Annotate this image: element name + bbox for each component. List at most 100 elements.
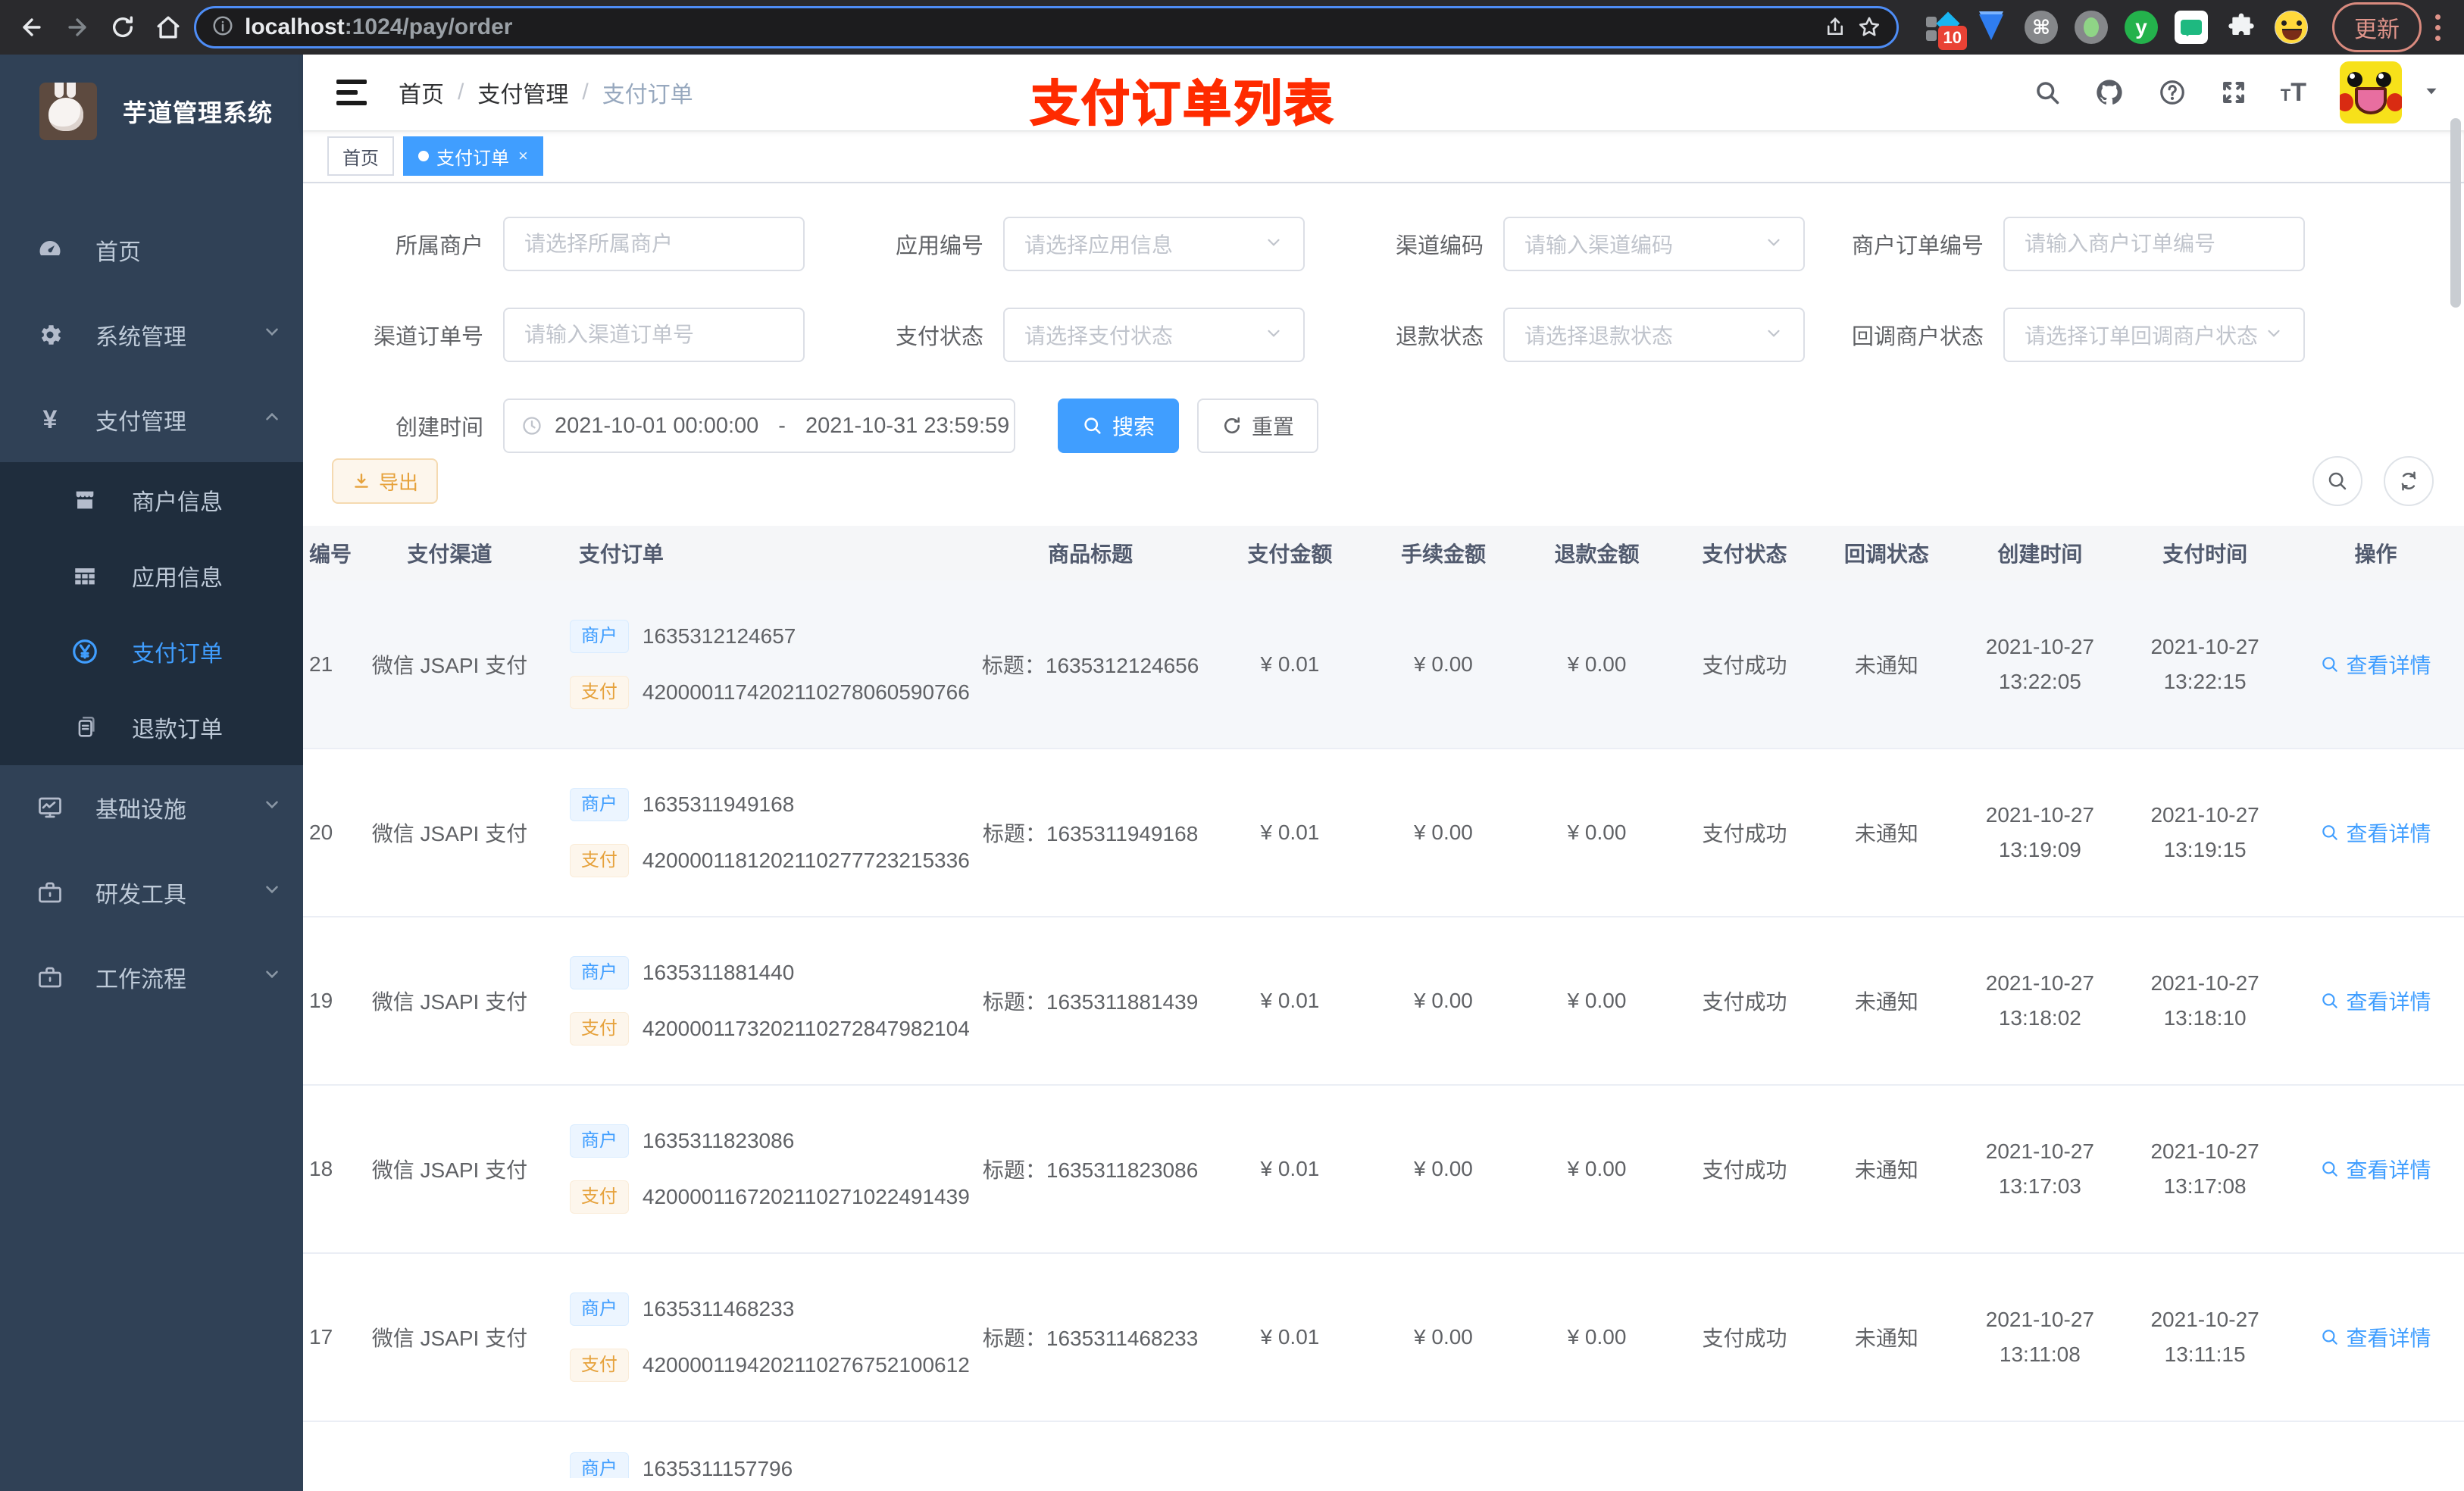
- filter-label-merchant-order-no: 商户订单编号: [1851, 234, 1984, 258]
- sidebar-menu: 首页 系统管理 ¥ 支付管理 商户信息 应用信息 支付订单 退款订单 基础设施 …: [0, 208, 303, 1020]
- sidebar-item-label: 首页: [95, 240, 141, 265]
- merchant-input-field[interactable]: [524, 232, 783, 256]
- date-end[interactable]: 2021-10-31 23:59:59: [805, 414, 1009, 439]
- sidebar-item-infra[interactable]: 基础设施: [0, 765, 303, 850]
- reset-button[interactable]: 重置: [1197, 399, 1319, 453]
- sidebar-item-pay-order[interactable]: 支付订单: [0, 614, 303, 689]
- forward-icon[interactable]: [58, 8, 97, 47]
- cell-id: 21: [303, 580, 361, 749]
- hamburger-icon[interactable]: [326, 72, 377, 113]
- app-select[interactable]: 请选择应用信息: [1003, 217, 1305, 271]
- user-avatar[interactable]: [2340, 61, 2402, 123]
- search-icon: [2322, 993, 2338, 1008]
- merchant-input[interactable]: [503, 217, 805, 271]
- download-icon: [355, 474, 368, 488]
- tab-home[interactable]: 首页: [327, 136, 394, 176]
- fullscreen-icon[interactable]: [2220, 79, 2247, 106]
- logo-image: [39, 83, 97, 140]
- sidebar-item-label: 支付订单: [132, 642, 223, 667]
- help-icon[interactable]: [2158, 78, 2187, 107]
- view-detail-link[interactable]: 查看详情: [2320, 649, 2431, 680]
- close-icon[interactable]: ×: [518, 146, 528, 166]
- date-start[interactable]: 2021-10-01 00:00:00: [555, 414, 758, 439]
- github-icon[interactable]: [2094, 77, 2125, 108]
- show-search-button[interactable]: [2312, 456, 2362, 506]
- refresh-table-button[interactable]: [2384, 456, 2434, 506]
- sidebar-item-label: 研发工具: [95, 883, 186, 908]
- extension-gem-icon[interactable]: [1975, 11, 2008, 44]
- date-range-picker[interactable]: 2021-10-01 00:00:00 - 2021-10-31 23:59:5…: [503, 399, 1015, 453]
- sidebar-item-devtools[interactable]: 研发工具: [0, 850, 303, 935]
- vertical-scrollbar[interactable]: [2450, 118, 2461, 308]
- sidebar-item-refund-order[interactable]: 退款订单: [0, 689, 303, 765]
- sidebar-item-home[interactable]: 首页: [0, 208, 303, 292]
- cell-ops: 查看详情: [2287, 917, 2464, 1086]
- active-dot: [418, 151, 429, 161]
- chrome-update-button[interactable]: 更新: [2332, 2, 2422, 52]
- sidebar-item-workflow[interactable]: 工作流程: [0, 935, 303, 1020]
- refund-status-select[interactable]: 请选择退款状态: [1503, 308, 1805, 362]
- view-detail-link[interactable]: 查看详情: [2320, 817, 2431, 848]
- search-button[interactable]: 搜索: [1058, 399, 1180, 453]
- app-logo[interactable]: 芋道管理系统: [0, 55, 303, 168]
- chevron-down-icon: [262, 322, 282, 348]
- cell-refund: ¥ 0.00: [1520, 917, 1674, 1086]
- column-header: 退款金额: [1520, 526, 1674, 580]
- view-detail-link[interactable]: 查看详情: [2320, 986, 2431, 1016]
- cell-ops: 查看详情: [2287, 749, 2464, 917]
- extension-tabs-icon[interactable]: 10: [1925, 11, 1967, 50]
- sidebar: 芋道管理系统 首页 系统管理 ¥ 支付管理 商户信息 应用信息 支付订单 退款订…: [0, 55, 303, 1491]
- url-bar[interactable]: localhost:1024/pay/order: [194, 6, 1899, 48]
- home-icon[interactable]: [149, 8, 188, 47]
- tab-pay-order[interactable]: 支付订单 ×: [403, 136, 543, 176]
- extension-command-icon[interactable]: ⌘: [2025, 11, 2058, 44]
- extensions-puzzle-icon[interactable]: [2225, 11, 2258, 44]
- cell-amount: ¥ 0.01: [1213, 580, 1367, 749]
- back-icon[interactable]: [12, 8, 52, 47]
- view-detail-link[interactable]: 查看详情: [2320, 1322, 2431, 1352]
- filter-label-pay-status: 支付状态: [895, 325, 983, 349]
- cell-title: 标题：1635311823086: [968, 1085, 1214, 1254]
- column-header: 回调状态: [1815, 526, 1958, 580]
- cell-order: 商户 1635311468233 支付 4200001194202110276752…: [537, 1253, 970, 1422]
- extension-record-icon[interactable]: [2075, 11, 2108, 44]
- sidebar-item-merchant-info[interactable]: 商户信息: [0, 462, 303, 538]
- search-icon[interactable]: [2034, 79, 2061, 106]
- extension-y-icon[interactable]: y: [2125, 11, 2158, 44]
- breadcrumb-pay[interactable]: 支付管理: [477, 76, 568, 109]
- filter-form: 所属商户 应用编号 请选择应用信息 渠道编码: [303, 183, 2464, 453]
- dashboard-icon: [35, 236, 65, 264]
- tab-label: 首页: [342, 148, 379, 169]
- breadcrumb-separator: /: [582, 80, 589, 105]
- cell-ops: 查看详情: [2287, 1253, 2464, 1422]
- caret-down-icon[interactable]: [2422, 81, 2441, 105]
- export-button[interactable]: 导出: [332, 458, 439, 504]
- profile-avatar-icon[interactable]: [2275, 11, 2308, 44]
- pay-order-table: 编号 支付渠道 支付订单 商品标题 支付金额 手续金额 退款金额 支付状态 回调…: [303, 526, 2464, 1478]
- cell-status: 支付成功: [1673, 749, 1816, 917]
- bookmark-star-icon[interactable]: [1857, 15, 1881, 39]
- view-detail-link[interactable]: 查看详情: [2320, 1154, 2431, 1184]
- channel-code-select[interactable]: 请输入渠道编码: [1503, 217, 1805, 271]
- share-icon[interactable]: [1824, 16, 1846, 39]
- breadcrumb-home[interactable]: 首页: [399, 76, 444, 109]
- font-size-icon[interactable]: TT: [2281, 78, 2306, 108]
- merchant-order-no-input[interactable]: [2003, 217, 2305, 271]
- reload-icon[interactable]: [103, 8, 142, 47]
- site-info-icon[interactable]: [211, 14, 234, 41]
- channel-order-no-input[interactable]: [503, 308, 805, 362]
- callback-status-select[interactable]: 请选择订单回调商户状态: [2003, 308, 2305, 362]
- cell-pay-time: 2021-10-27 13:22:15: [2122, 580, 2287, 749]
- channel-order-no-field[interactable]: [524, 323, 783, 347]
- cell-notify: 未通知: [1815, 917, 1958, 1086]
- sidebar-item-pay[interactable]: ¥ 支付管理: [0, 377, 303, 462]
- table-row: 18 微信 JSAPI 支付 商户 1635311823086 支付 4200001…: [303, 1085, 2464, 1254]
- cell-amount: ¥ 0.01: [1213, 1253, 1367, 1422]
- sidebar-item-app-info[interactable]: 应用信息: [0, 538, 303, 614]
- chrome-menu-icon[interactable]: [2435, 14, 2441, 41]
- sidebar-item-system[interactable]: 系统管理: [0, 292, 303, 377]
- pay-status-select[interactable]: 请选择支付状态: [1003, 308, 1305, 362]
- merchant-order-no-field[interactable]: [2025, 232, 2284, 256]
- extension-chat-icon[interactable]: [2175, 11, 2208, 44]
- tags-view-bar: 首页 支付订单 ×: [303, 130, 2464, 183]
